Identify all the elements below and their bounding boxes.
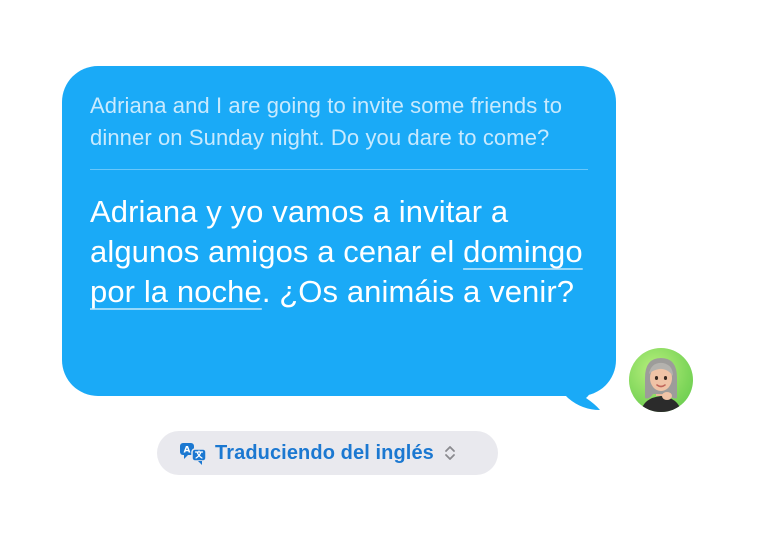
translated-message-text: Adriana y yo vamos a invitar a algunos a… [90,192,588,312]
translated-text-part1: Adriana y yo vamos a invitar a algunos a… [90,194,509,269]
chevron-up-down-icon [444,443,456,463]
translated-text-part2: . ¿Os animáis a venir? [261,274,575,309]
memoji-avatar-icon [641,358,681,412]
translation-status-pill[interactable]: A Traduciendo del inglés [157,431,498,475]
svg-text:A: A [184,446,191,456]
sender-avatar[interactable] [629,348,693,412]
translate-icon: A [179,441,207,465]
original-message-text: Adriana and I are going to invite some f… [90,93,563,150]
translation-divider [90,169,588,170]
translation-status-label: Traduciendo del inglés [215,441,434,464]
message-bubble[interactable]: Adriana and I are going to invite some f… [62,66,616,396]
